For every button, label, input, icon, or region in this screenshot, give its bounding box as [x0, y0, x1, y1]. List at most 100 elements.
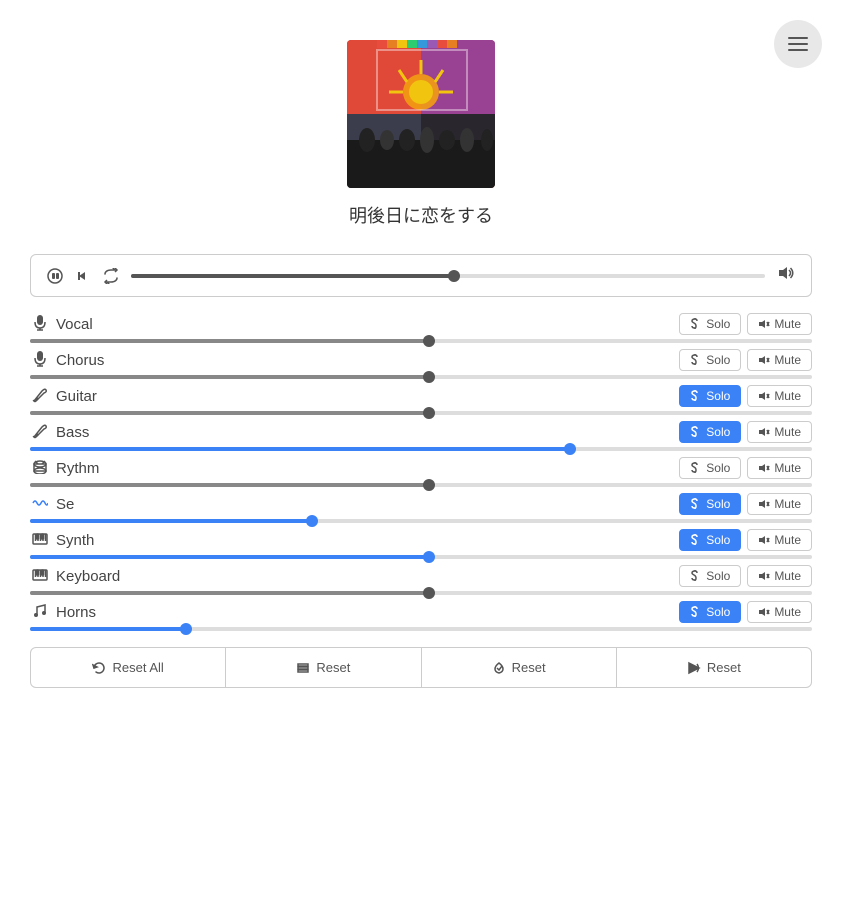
track-slider-horns[interactable]: [30, 627, 812, 631]
track-header-bass: Bass Solo Mute: [30, 421, 812, 443]
footer-bar: Reset All Reset Reset Reset: [30, 647, 812, 688]
solo-button-synth[interactable]: Solo: [679, 529, 741, 551]
header: [0, 0, 842, 20]
reset-label-2: Reset: [512, 660, 546, 675]
reset-label-3: Reset: [707, 660, 741, 675]
track-header-synth: Synth Solo Mute: [30, 529, 812, 551]
album-art: [347, 40, 495, 188]
solo-button-keyboard[interactable]: Solo: [679, 565, 741, 587]
track-slider-guitar[interactable]: [30, 411, 812, 415]
track-row: Rythm Solo Mute: [30, 457, 812, 487]
track-controls-rythm: Solo Mute: [679, 457, 812, 479]
reset-button-1[interactable]: Reset: [226, 648, 421, 687]
track-name-vocal: Vocal: [56, 316, 679, 333]
track-icon-bass: [30, 423, 50, 442]
track-slider-thumb-synth: [423, 551, 435, 563]
menu-button[interactable]: [774, 20, 822, 68]
solo-button-chorus[interactable]: Solo: [679, 349, 741, 371]
track-slider-fill-bass: [30, 447, 570, 451]
solo-button-rythm[interactable]: Solo: [679, 457, 741, 479]
track-header-keyboard: Keyboard Solo Mute: [30, 565, 812, 587]
track-header-se: Se Solo Mute: [30, 493, 812, 515]
track-controls-bass: Solo Mute: [679, 421, 812, 443]
mute-button-se[interactable]: Mute: [747, 493, 812, 515]
track-slider-bass[interactable]: [30, 447, 812, 451]
track-slider-fill-horns: [30, 627, 186, 631]
progress-bar[interactable]: [131, 274, 765, 278]
progress-fill: [131, 274, 454, 278]
track-controls-synth: Solo Mute: [679, 529, 812, 551]
track-controls-horns: Solo Mute: [679, 601, 812, 623]
track-name-synth: Synth: [56, 532, 679, 549]
track-row: Synth Solo Mute: [30, 529, 812, 559]
track-controls-keyboard: Solo Mute: [679, 565, 812, 587]
solo-button-guitar[interactable]: Solo: [679, 385, 741, 407]
solo-button-bass[interactable]: Solo: [679, 421, 741, 443]
track-icon-synth: [30, 532, 50, 549]
track-name-rythm: Rythm: [56, 460, 679, 477]
track-slider-fill-vocal: [30, 339, 429, 343]
progress-thumb: [448, 270, 460, 282]
track-header-chorus: Chorus Solo Mute: [30, 349, 812, 371]
track-slider-fill-rythm: [30, 483, 429, 487]
track-icon-se: [30, 496, 50, 512]
reset-label-1: Reset: [316, 660, 350, 675]
album-art-image: [347, 40, 495, 188]
track-row: Horns Solo Mute: [30, 601, 812, 631]
play-button[interactable]: [47, 268, 63, 284]
track-name-bass: Bass: [56, 424, 679, 441]
track-slider-fill-synth: [30, 555, 429, 559]
track-slider-thumb-chorus: [423, 371, 435, 383]
transport-bar: [30, 254, 812, 297]
album-art-section: 明後日に恋をする: [0, 20, 842, 238]
repeat-button[interactable]: [103, 268, 119, 284]
track-row: Bass Solo Mute: [30, 421, 812, 451]
reset-button-2[interactable]: Reset: [422, 648, 617, 687]
track-slider-fill-keyboard: [30, 591, 429, 595]
solo-button-horns[interactable]: Solo: [679, 601, 741, 623]
track-name-horns: Horns: [56, 604, 679, 621]
track-slider-thumb-horns: [180, 623, 192, 635]
track-slider-rythm[interactable]: [30, 483, 812, 487]
track-row: Keyboard Solo Mute: [30, 565, 812, 595]
track-slider-thumb-keyboard: [423, 587, 435, 599]
track-controls-guitar: Solo Mute: [679, 385, 812, 407]
tracks-container: Vocal Solo MuteChorus Solo MuteGuitar So…: [0, 313, 842, 631]
track-name-guitar: Guitar: [56, 388, 679, 405]
solo-button-vocal[interactable]: Solo: [679, 313, 741, 335]
mute-button-vocal[interactable]: Mute: [747, 313, 812, 335]
track-slider-se[interactable]: [30, 519, 812, 523]
track-icon-rythm: [30, 460, 50, 477]
track-row: Vocal Solo Mute: [30, 313, 812, 343]
mute-button-chorus[interactable]: Mute: [747, 349, 812, 371]
track-slider-keyboard[interactable]: [30, 591, 812, 595]
prev-button[interactable]: [75, 268, 91, 284]
mute-button-horns[interactable]: Mute: [747, 601, 812, 623]
track-icon-horns: [30, 603, 50, 622]
track-slider-synth[interactable]: [30, 555, 812, 559]
track-slider-thumb-bass: [564, 443, 576, 455]
track-name-chorus: Chorus: [56, 352, 679, 369]
mute-button-keyboard[interactable]: Mute: [747, 565, 812, 587]
track-controls-se: Solo Mute: [679, 493, 812, 515]
mute-button-synth[interactable]: Mute: [747, 529, 812, 551]
track-slider-vocal[interactable]: [30, 339, 812, 343]
solo-button-se[interactable]: Solo: [679, 493, 741, 515]
track-slider-fill-se: [30, 519, 312, 523]
track-slider-fill-guitar: [30, 411, 429, 415]
track-slider-thumb-vocal: [423, 335, 435, 347]
track-row: Chorus Solo Mute: [30, 349, 812, 379]
track-header-vocal: Vocal Solo Mute: [30, 313, 812, 335]
volume-icon: [777, 265, 795, 286]
track-icon-guitar: [30, 387, 50, 406]
reset-button-3[interactable]: Reset: [617, 648, 811, 687]
reset-all-button[interactable]: Reset All: [31, 648, 226, 687]
track-slider-thumb-se: [306, 515, 318, 527]
mute-button-guitar[interactable]: Mute: [747, 385, 812, 407]
track-row: Se Solo Mute: [30, 493, 812, 523]
mute-button-rythm[interactable]: Mute: [747, 457, 812, 479]
track-controls-chorus: Solo Mute: [679, 349, 812, 371]
mute-button-bass[interactable]: Mute: [747, 421, 812, 443]
track-slider-chorus[interactable]: [30, 375, 812, 379]
reset-all-label: Reset All: [112, 660, 163, 675]
